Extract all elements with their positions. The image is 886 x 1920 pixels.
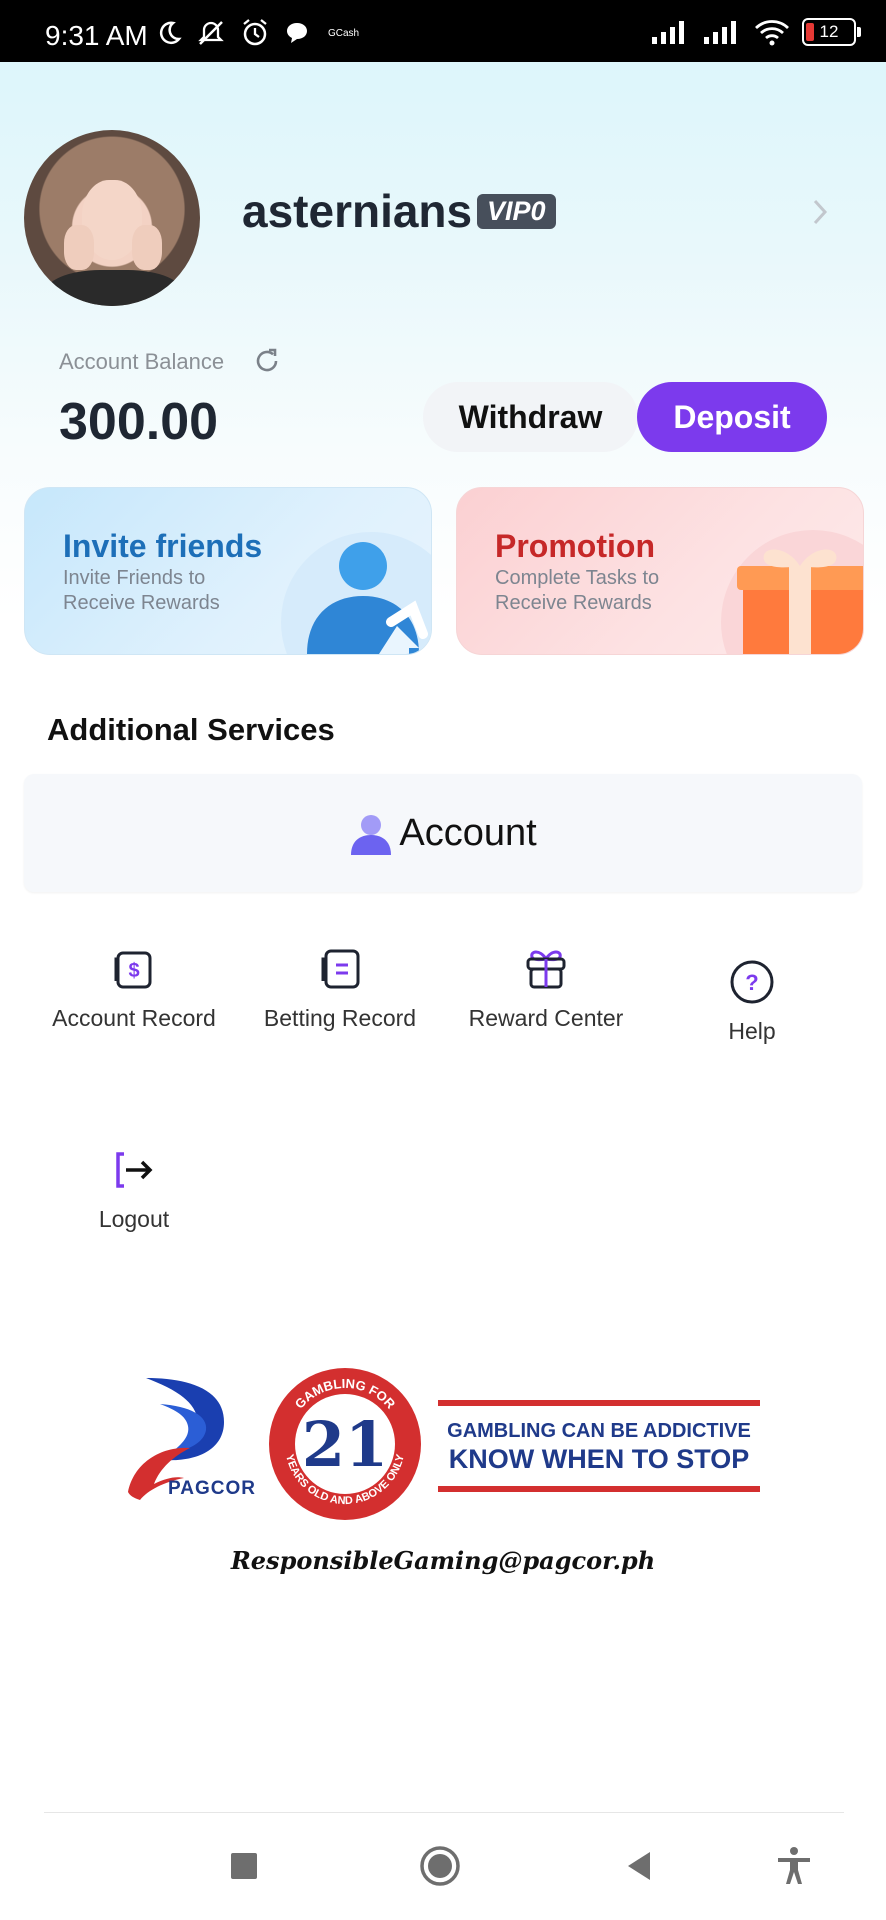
withdraw-button[interactable]: Withdraw (423, 382, 638, 452)
vip-badge: VIP0 (477, 194, 556, 229)
invite-card-subtitle: Invite Friends to Receive Rewards (63, 567, 220, 614)
account-record-item[interactable]: $ Account Record (49, 945, 219, 1032)
seal-number: 21 (302, 1408, 388, 1481)
signal-icon (704, 21, 736, 44)
tab-account[interactable]: Account (24, 774, 862, 892)
svg-text:?: ? (745, 970, 758, 995)
gambling-warning: GAMBLING CAN BE ADDICTIVE KNOW WHEN TO S… (438, 1400, 760, 1492)
help-circle-icon: ? (730, 960, 774, 1004)
deposit-button[interactable]: Deposit (637, 382, 827, 452)
record-list-icon (321, 949, 360, 989)
pagcor-text: PAGCOR (168, 1478, 256, 1499)
gift-icon (526, 950, 566, 989)
username: asternians (242, 185, 473, 237)
reward-center-label: Reward Center (468, 1005, 624, 1031)
betting-record-label: Betting Record (263, 1005, 417, 1031)
warning-bottom-bar (438, 1486, 760, 1492)
logout-label: Logout (98, 1206, 170, 1232)
gcash-label: GCash (328, 27, 360, 39)
wifi-icon (755, 20, 789, 46)
chevron-right-icon[interactable] (810, 196, 830, 228)
account-user-icon (351, 815, 392, 855)
signal-icon (652, 21, 684, 44)
invite-user-icon (281, 532, 431, 654)
section-title: Additional Services (47, 712, 335, 747)
moon-icon (159, 21, 182, 45)
reward-center-item[interactable]: Reward Center (461, 945, 631, 1032)
warning-line2: KNOW WHEN TO STOP (448, 1444, 750, 1474)
back-button[interactable] (620, 1846, 660, 1886)
status-bar: 9:31 AM GCash 12 (0, 0, 886, 62)
balance-label: Account Balance (59, 349, 225, 374)
chat-icon (287, 23, 307, 43)
tab-account-label: Account (399, 811, 537, 854)
mute-icon (198, 21, 224, 45)
wallet-dollar-icon: $ (114, 951, 152, 989)
logout-icon (116, 1152, 153, 1188)
balance-value: 300.00 (59, 393, 219, 451)
home-button[interactable] (420, 1846, 460, 1886)
avatar[interactable] (24, 130, 200, 306)
status-icons-left: GCash (156, 18, 359, 48)
account-record-label: Account Record (52, 1005, 216, 1031)
warning-line1: GAMBLING CAN BE ADDICTIVE (447, 1420, 751, 1442)
age-21-seal: GAMBLING FOR YEARS OLD AND ABOVE ONLY 21 (269, 1368, 421, 1520)
gift-box-icon (721, 530, 863, 654)
svg-text:$: $ (128, 960, 139, 982)
invite-card-title: Invite friends (63, 528, 263, 564)
refresh-icon[interactable] (252, 346, 282, 376)
pagcor-logo: PAGCOR (128, 1378, 256, 1500)
promotion-card-title: Promotion (495, 528, 655, 564)
recents-button[interactable] (224, 1846, 264, 1886)
accessibility-icon[interactable] (774, 1846, 814, 1886)
help-item[interactable]: ? Help (667, 958, 837, 1045)
alarm-icon (243, 19, 267, 46)
status-icons-right: 12 (650, 18, 861, 46)
invite-friends-card[interactable]: Invite friends Invite Friends to Receive… (24, 487, 432, 655)
responsible-gaming-email: ResponsibleGaming@pagcor.ph (230, 1546, 656, 1575)
logout-item[interactable]: Logout (49, 1146, 219, 1233)
promotion-card-subtitle: Complete Tasks to Receive Rewards (495, 567, 660, 614)
betting-record-item[interactable]: Betting Record (255, 945, 425, 1032)
status-time: 9:31 AM (45, 20, 148, 51)
promotion-card[interactable]: Promotion Complete Tasks to Receive Rewa… (456, 487, 864, 655)
warning-top-bar (438, 1400, 760, 1406)
nav-divider (44, 1812, 844, 1813)
help-label: Help (728, 1018, 776, 1044)
battery-icon: 12 (802, 18, 861, 46)
